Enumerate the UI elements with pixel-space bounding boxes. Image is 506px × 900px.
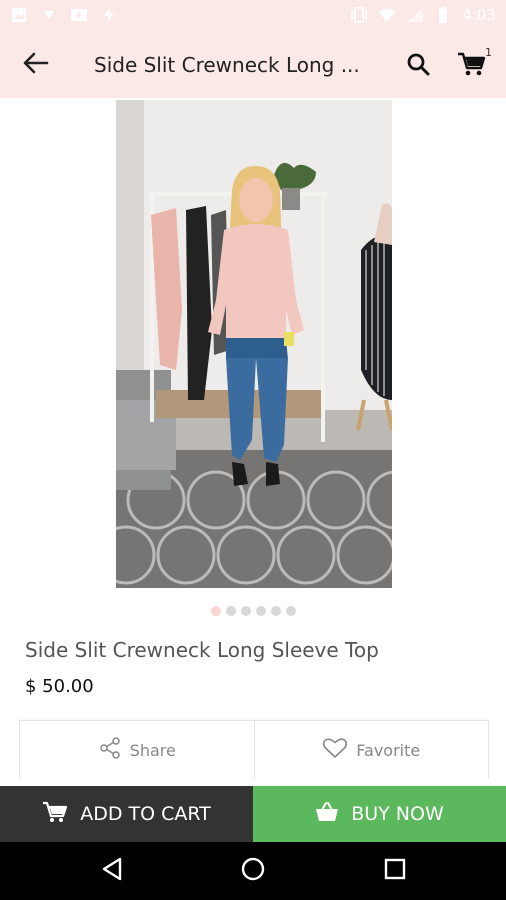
system-navigation-bar	[0, 842, 506, 900]
favorite-button[interactable]: Favorite	[253, 721, 489, 779]
nav-home-button[interactable]	[233, 851, 273, 891]
flash-notification-icon	[100, 6, 118, 24]
pager-dot[interactable]	[255, 606, 266, 616]
image-pager	[0, 606, 506, 616]
share-icon	[98, 736, 122, 764]
add-to-cart-label: ADD TO CART	[80, 803, 211, 825]
heart-icon	[322, 736, 348, 764]
pager-dot[interactable]	[270, 606, 281, 616]
buy-now-button[interactable]: BUY NOW	[253, 786, 506, 842]
share-button[interactable]: Share	[20, 721, 254, 779]
purchase-bar: ADD TO CART BUY NOW	[0, 786, 506, 842]
nav-back-button[interactable]	[92, 851, 132, 891]
add-to-cart-button[interactable]: ADD TO CART	[0, 786, 253, 842]
circle-home-icon	[240, 856, 266, 886]
product-actions: Share Favorite	[19, 720, 489, 779]
system-status: 4:03	[350, 6, 496, 24]
status-bar: 4:03	[0, 0, 506, 32]
back-arrow-icon	[21, 51, 49, 79]
nav-recents-button[interactable]	[375, 851, 415, 891]
wifi-icon	[378, 6, 396, 24]
status-time: 4:03	[462, 6, 496, 24]
download-notification-icon	[40, 6, 58, 24]
product-price: $ 50.00	[25, 676, 94, 697]
pager-dot[interactable]	[285, 606, 296, 616]
favorite-label: Favorite	[356, 740, 421, 760]
share-label: Share	[129, 740, 176, 760]
triangle-back-icon	[101, 857, 123, 885]
app-bar: Side Slit Crewneck Long ... 1	[0, 32, 506, 98]
product-image[interactable]	[116, 100, 392, 588]
search-icon	[406, 52, 430, 80]
cart-button[interactable]: 1	[450, 46, 494, 86]
vibrate-icon	[350, 6, 368, 24]
search-button[interactable]	[398, 46, 438, 86]
buy-now-label: BUY NOW	[351, 803, 444, 825]
notification-icons	[10, 6, 118, 24]
image-notification-icon	[10, 6, 28, 24]
cart-count-badge: 1	[485, 46, 492, 59]
product-name: Side Slit Crewneck Long Sleeve Top	[25, 638, 379, 662]
battery-icon	[434, 6, 452, 24]
pager-dot[interactable]	[210, 606, 221, 616]
signal-icon	[406, 6, 424, 24]
pager-dot[interactable]	[240, 606, 251, 616]
square-recents-icon	[384, 858, 406, 884]
play-store-notification-icon	[70, 6, 88, 24]
page-title: Side Slit Crewneck Long ...	[94, 53, 360, 77]
cart-icon	[42, 801, 68, 828]
pager-dot[interactable]	[225, 606, 236, 616]
cart-icon	[457, 51, 487, 81]
shopping-basket-icon	[315, 801, 339, 828]
back-button[interactable]	[14, 44, 56, 86]
